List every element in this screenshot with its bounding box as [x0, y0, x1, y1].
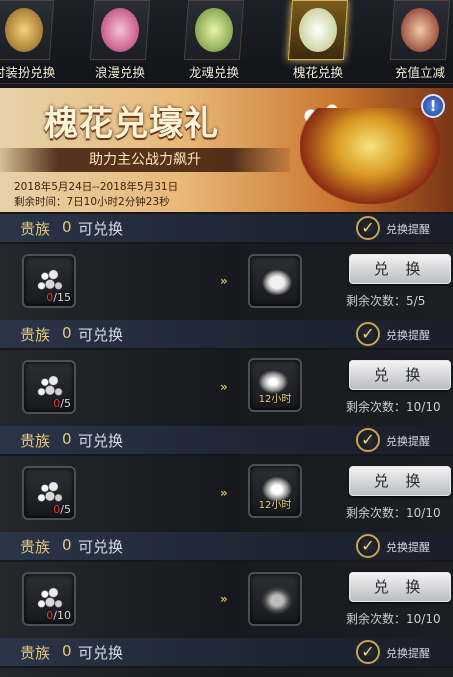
- checkmark-icon[interactable]: ✓: [356, 428, 380, 452]
- reward-duration: 12小时: [258, 394, 292, 405]
- tab-romance-exchange[interactable]: 浪漫兑换: [74, 0, 166, 84]
- remind-label: 兑换提醒: [386, 647, 430, 660]
- double-chevron-right-icon: »: [220, 486, 228, 500]
- checkmark-icon[interactable]: ✓: [356, 534, 380, 558]
- exchange-count: 0: [62, 324, 72, 342]
- category-tab-bar: 时装扮兑换 浪漫兑换 龙魂兑换 槐花兑换 充值立减: [0, 0, 453, 84]
- remaining-times: 剩余次数：5/5: [346, 294, 426, 308]
- dragon-soul-icon: [195, 8, 233, 52]
- event-remaining-time: 剩余时间：7日10小时2分钟23秒: [14, 196, 170, 208]
- noble-label: 贵族: [20, 220, 51, 238]
- reward-item-slot[interactable]: [248, 572, 302, 626]
- cost-item-slot[interactable]: 0/10: [22, 572, 76, 626]
- info-icon[interactable]: !: [421, 94, 445, 118]
- noble-label: 贵族: [20, 432, 51, 450]
- remind-label: 兑换提醒: [386, 541, 430, 554]
- exchange-button[interactable]: 兑 换: [349, 466, 451, 496]
- exchange-row: [0, 668, 453, 677]
- cost-quantity: 0/5: [53, 503, 71, 516]
- double-chevron-right-icon: »: [220, 274, 228, 288]
- tab-recharge-discount[interactable]: 充值立减: [374, 0, 453, 84]
- cost-item-slot[interactable]: 0/5: [22, 360, 76, 414]
- checkmark-icon[interactable]: ✓: [356, 216, 380, 240]
- double-chevron-right-icon: »: [220, 380, 228, 394]
- remind-label: 兑换提醒: [386, 329, 430, 342]
- checkmark-icon[interactable]: ✓: [356, 640, 380, 664]
- noble-label: 贵族: [20, 538, 51, 556]
- tab-costume-exchange[interactable]: 时装扮兑换: [0, 0, 70, 84]
- exchange-count: 0: [62, 430, 72, 448]
- exchange-available-label: 可兑换: [78, 326, 124, 344]
- remaining-times: 剩余次数：10/10: [346, 400, 441, 414]
- remind-label: 兑换提醒: [386, 223, 430, 236]
- reward-item-slot[interactable]: 12小时: [248, 358, 302, 412]
- character-portrait-icon: [401, 8, 439, 52]
- exchange-row: 0/10 » 兑 换 剩余次数：10/10: [0, 562, 453, 640]
- reward-duration: 12小时: [258, 500, 292, 511]
- double-chevron-right-icon: »: [220, 592, 228, 606]
- locust-flower-icon: [299, 8, 337, 52]
- reward-item-icon: [258, 584, 296, 614]
- remind-label: 兑换提醒: [386, 435, 430, 448]
- cost-item-slot[interactable]: 0/15: [22, 254, 76, 308]
- exchange-count: 0: [62, 218, 72, 236]
- tab-label: 时装扮兑换: [0, 65, 56, 80]
- exchange-available-label: 可兑换: [78, 644, 124, 662]
- exchange-count: 0: [62, 536, 72, 554]
- tab-label: 龙魂兑换: [188, 65, 239, 80]
- tab-locust-flower-exchange[interactable]: 槐花兑换: [272, 0, 364, 84]
- exchange-header: 贵族 0 可兑换 ✓ 兑换提醒: [0, 426, 453, 454]
- tab-label: 槐花兑换: [292, 65, 343, 80]
- exchange-row: 0/5 » 12小时 兑 换 剩余次数：10/10: [0, 456, 453, 534]
- exchange-available-label: 可兑换: [78, 538, 124, 556]
- event-subtitle: 助力主公战力飙升: [0, 148, 290, 172]
- cost-quantity: 0/10: [46, 609, 71, 622]
- exchange-header: 贵族 0 可兑换 ✓ 兑换提醒: [0, 214, 453, 242]
- tab-label: 充值立减: [394, 65, 445, 80]
- tab-dragon-soul-exchange[interactable]: 龙魂兑换: [168, 0, 260, 84]
- reward-item-icon: [258, 266, 296, 296]
- exchange-header: 贵族 0 可兑换 ✓ 兑换提醒: [0, 320, 453, 348]
- gift-bag-icon: [101, 8, 139, 52]
- exchange-row: 0/15 » 兑 换 剩余次数：5/5: [0, 244, 453, 322]
- exchange-row: 0/5 » 12小时 兑 换 剩余次数：10/10: [0, 350, 453, 428]
- checkmark-icon[interactable]: ✓: [356, 322, 380, 346]
- costume-icon: [5, 8, 43, 52]
- cost-quantity: 0/5: [53, 397, 71, 410]
- noble-label: 贵族: [20, 644, 51, 662]
- event-banner: 槐花兑壕礼 助力主公战力飙升 2018年5月24日--2018年5月31日 剩余…: [0, 88, 453, 212]
- exchange-button[interactable]: 兑 换: [349, 254, 451, 284]
- exchange-count: 0: [62, 642, 72, 660]
- treasure-chest-icon: [300, 108, 440, 204]
- event-date-range: 2018年5月24日--2018年5月31日: [14, 181, 179, 193]
- exchange-button[interactable]: 兑 换: [349, 572, 451, 602]
- remaining-times: 剩余次数：10/10: [346, 506, 441, 520]
- exchange-button[interactable]: 兑 换: [349, 360, 451, 390]
- exchange-header: 贵族 0 可兑换 ✓ 兑换提醒: [0, 638, 453, 666]
- exchange-available-label: 可兑换: [78, 432, 124, 450]
- cost-item-slot[interactable]: 0/5: [22, 466, 76, 520]
- tab-label: 浪漫兑换: [94, 65, 145, 80]
- exchange-available-label: 可兑换: [78, 220, 124, 238]
- remaining-times: 剩余次数：10/10: [346, 612, 441, 626]
- reward-item-slot[interactable]: [248, 254, 302, 308]
- noble-label: 贵族: [20, 326, 51, 344]
- event-title: 槐花兑壕礼: [44, 104, 219, 144]
- reward-item-slot[interactable]: 12小时: [248, 464, 302, 518]
- exchange-header: 贵族 0 可兑换 ✓ 兑换提醒: [0, 532, 453, 560]
- cost-quantity: 0/15: [46, 291, 71, 304]
